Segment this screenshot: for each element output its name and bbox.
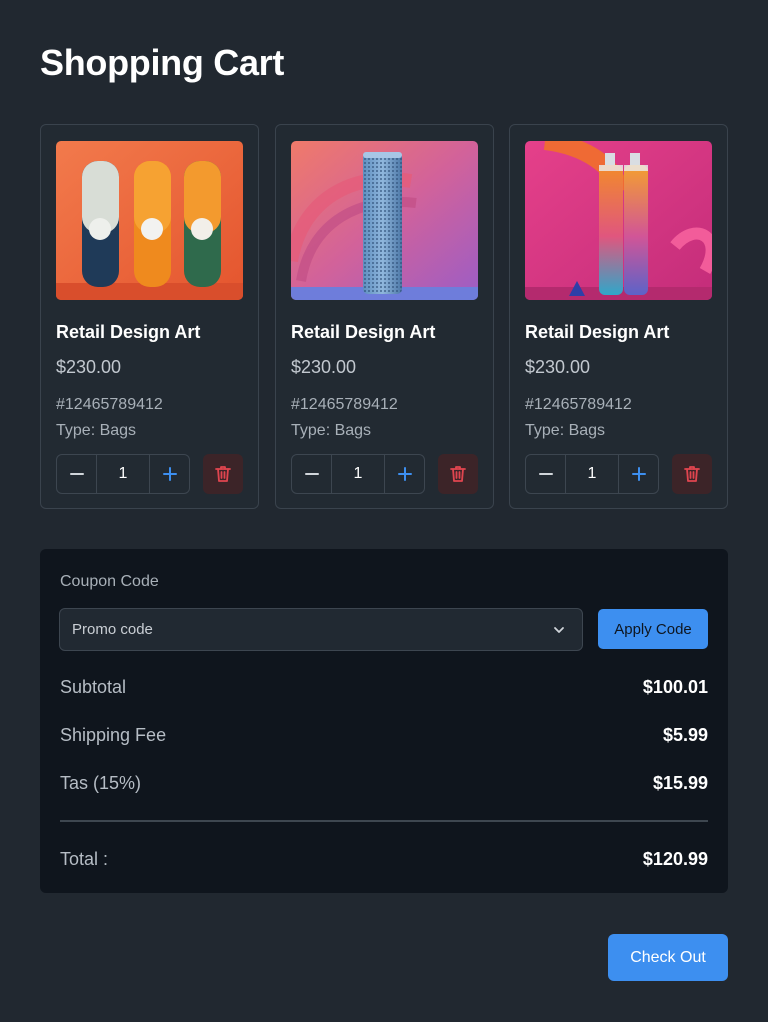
tax-value: $15.99 [652, 773, 708, 793]
product-sku: #12465789412 [291, 396, 398, 413]
increase-quantity-button[interactable] [385, 455, 424, 493]
trash-icon [450, 466, 466, 482]
subtotal-row: Subtotal $100.01 [60, 677, 708, 698]
product-type: Type: Bags [56, 422, 137, 439]
product-image-speaker[interactable] [291, 141, 478, 300]
quantity-stepper: 1 [291, 454, 425, 494]
minus-icon [538, 473, 553, 475]
coupon-code-label: Coupon Code [60, 573, 159, 590]
product-sku: #12465789412 [56, 396, 163, 413]
quantity-value[interactable]: 1 [565, 455, 619, 493]
product-price: $230.00 [525, 357, 591, 377]
plus-icon [397, 467, 412, 481]
tax-label: Tas (15%) [60, 773, 142, 793]
subtotal-label: Subtotal [60, 677, 127, 697]
page-title: Shopping Cart [40, 42, 285, 83]
increase-quantity-button[interactable] [619, 455, 658, 493]
decrease-quantity-button[interactable] [57, 455, 96, 493]
total-value: $120.99 [642, 849, 708, 869]
decrease-quantity-button[interactable] [292, 455, 331, 493]
minus-icon [69, 473, 84, 475]
plus-icon [162, 467, 177, 481]
decrease-quantity-button[interactable] [526, 455, 565, 493]
promo-code-select[interactable]: Promo code [59, 608, 583, 651]
chevron-down-icon [554, 626, 564, 633]
shipping-fee-row: Shipping Fee $5.99 [60, 725, 708, 746]
product-price: $230.00 [291, 357, 357, 377]
product-sku: #12465789412 [525, 396, 632, 413]
increase-quantity-button[interactable] [150, 455, 189, 493]
promo-code-value: Promo code [72, 621, 153, 638]
apply-code-button[interactable]: Apply Code [598, 609, 708, 649]
totals-divider [60, 820, 708, 822]
checkout-button[interactable]: Check Out [608, 934, 728, 981]
product-type: Type: Bags [291, 422, 372, 439]
product-type: Type: Bags [525, 422, 606, 439]
product-list: Retail Design Art $230.00 #12465789412 T… [40, 124, 728, 509]
quantity-stepper: 1 [56, 454, 190, 494]
product-name[interactable]: Retail Design Art [525, 322, 669, 343]
remove-item-button[interactable] [438, 454, 478, 494]
minus-icon [304, 473, 319, 475]
total-row: Total : $120.99 [60, 849, 708, 870]
trash-icon [684, 466, 700, 482]
product-card: Retail Design Art $230.00 #12465789412 T… [40, 124, 259, 509]
product-price: $230.00 [56, 357, 122, 377]
trash-icon [215, 466, 231, 482]
product-card: Retail Design Art $230.00 #12465789412 T… [275, 124, 494, 509]
quantity-stepper: 1 [525, 454, 659, 494]
plus-icon [631, 467, 646, 481]
quantity-value[interactable]: 1 [96, 455, 150, 493]
shipping-fee-label: Shipping Fee [60, 725, 167, 745]
remove-item-button[interactable] [672, 454, 712, 494]
subtotal-value: $100.01 [642, 677, 708, 697]
remove-item-button[interactable] [203, 454, 243, 494]
product-name[interactable]: Retail Design Art [291, 322, 435, 343]
product-image-capsules[interactable] [56, 141, 243, 300]
total-label: Total : [60, 849, 109, 869]
product-name[interactable]: Retail Design Art [56, 322, 200, 343]
shipping-fee-value: $5.99 [662, 725, 708, 745]
product-image-spray-bottles[interactable] [525, 141, 712, 300]
order-summary-panel: Coupon Code Promo code Apply Code Subtot… [40, 549, 728, 893]
product-card: Retail Design Art $230.00 #12465789412 T… [509, 124, 728, 509]
quantity-value[interactable]: 1 [331, 455, 385, 493]
tax-row: Tas (15%) $15.99 [60, 773, 708, 794]
